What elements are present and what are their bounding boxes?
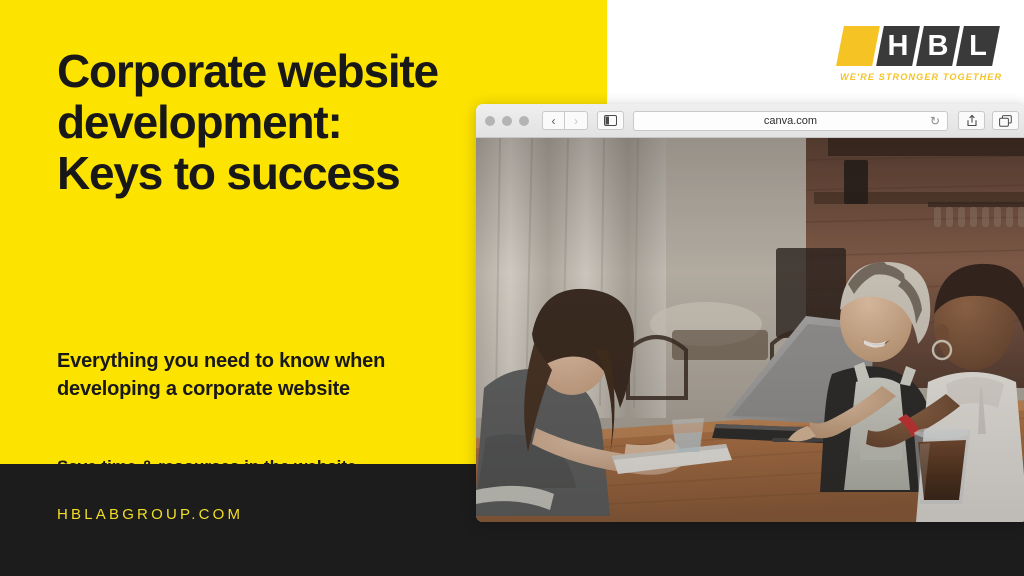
clipped-body-text: Save time & resources in the website dev… [57, 455, 457, 464]
minimize-dot-icon[interactable] [502, 115, 512, 126]
logo-letter-b: B [916, 26, 960, 66]
logo-letter-l-text: L [969, 29, 987, 62]
logo-letter-h-text: H [887, 29, 909, 62]
forward-button[interactable]: › [565, 111, 588, 130]
toolbar-right-actions [948, 111, 1019, 130]
tab-overview-icon [999, 114, 1012, 127]
footer-website-url: HBLABGROUP.COM [57, 506, 244, 523]
logo-mark: H B L [836, 26, 1000, 68]
close-dot-icon[interactable] [485, 115, 495, 126]
sidebar-toggle-button[interactable] [597, 111, 624, 130]
sidebar-icon [604, 115, 617, 126]
window-traffic-lights[interactable] [485, 115, 529, 126]
logo-letter-h: H [876, 26, 920, 66]
share-button[interactable] [958, 111, 985, 130]
share-icon [966, 114, 977, 127]
logo-letter-b-text: B [927, 29, 949, 62]
website-hero-photo [476, 138, 1024, 522]
zoom-dot-icon[interactable] [519, 115, 529, 126]
browser-window: ‹ › canva.com ↻ [476, 104, 1024, 522]
photo-illustration [476, 138, 1024, 522]
logo-letter-l: L [956, 26, 1000, 66]
hbl-logo: H B L WE'RE STRONGER TOGETHER [836, 26, 1003, 86]
subtitle: Everything you need to know when develop… [57, 350, 386, 400]
browser-toolbar: ‹ › canva.com ↻ [476, 104, 1024, 138]
address-bar[interactable]: canva.com ↻ [633, 110, 948, 131]
reload-icon[interactable]: ↻ [930, 115, 940, 127]
slide-canvas: Corporate website development: Keys to s… [0, 0, 1024, 576]
back-chevron-icon: ‹ [551, 113, 556, 128]
page-title: Corporate website development: Keys to s… [57, 45, 439, 199]
address-bar-url: canva.com [763, 114, 818, 127]
back-button[interactable]: ‹ [542, 111, 565, 130]
logo-tagline: WE'RE STRONGER TOGETHER [840, 72, 1003, 83]
navigation-buttons: ‹ › [542, 111, 588, 130]
tab-overview-button[interactable] [992, 111, 1019, 130]
logo-parallelogram-icon [836, 26, 880, 66]
forward-chevron-icon: › [574, 113, 578, 128]
